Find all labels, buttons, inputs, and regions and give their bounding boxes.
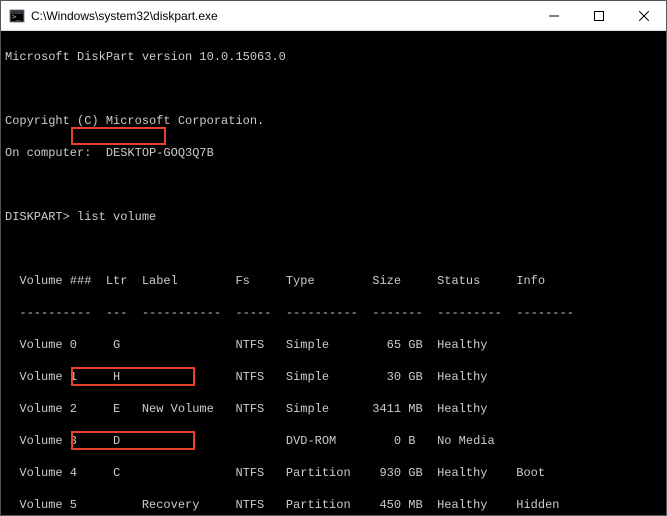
titlebar[interactable]: >_ C:\Windows\system32\diskpart.exe xyxy=(1,1,666,31)
blank-line xyxy=(5,81,662,97)
table-row: Volume 2 E New Volume NTFS Simple 3411 M… xyxy=(5,401,662,417)
blank-line xyxy=(5,177,662,193)
table-row: Volume 0 G NTFS Simple 65 GB Healthy xyxy=(5,337,662,353)
app-icon: >_ xyxy=(9,8,25,24)
table-header: Volume ### Ltr Label Fs Type Size Status… xyxy=(5,273,662,289)
prompt-line-list: DISKPART> list volume xyxy=(5,209,662,225)
command-list-volume: list volume xyxy=(77,210,156,224)
window: >_ C:\Windows\system32\diskpart.exe Micr… xyxy=(0,0,667,516)
computer-line: On computer: DESKTOP-GOQ3Q7B xyxy=(5,145,662,161)
close-button[interactable] xyxy=(621,1,666,30)
blank-line xyxy=(5,241,662,257)
table-divider: ---------- --- ----------- ----- -------… xyxy=(5,305,662,321)
svg-text:>_: >_ xyxy=(12,13,21,21)
version-line: Microsoft DiskPart version 10.0.15063.0 xyxy=(5,49,662,65)
table-row: Volume 3 D DVD-ROM 0 B No Media xyxy=(5,433,662,449)
minimize-button[interactable] xyxy=(531,1,576,30)
table-row: Volume 4 C NTFS Partition 930 GB Healthy… xyxy=(5,465,662,481)
copyright-line: Copyright (C) Microsoft Corporation. xyxy=(5,113,662,129)
window-title: C:\Windows\system32\diskpart.exe xyxy=(31,9,531,23)
table-row: Volume 5 Recovery NTFS Partition 450 MB … xyxy=(5,497,662,513)
highlight-box xyxy=(71,127,166,145)
prompt: DISKPART> xyxy=(5,210,70,224)
window-controls xyxy=(531,1,666,30)
maximize-button[interactable] xyxy=(576,1,621,30)
terminal-output[interactable]: Microsoft DiskPart version 10.0.15063.0 … xyxy=(1,31,666,515)
table-row: Volume 1 H NTFS Simple 30 GB Healthy xyxy=(5,369,662,385)
